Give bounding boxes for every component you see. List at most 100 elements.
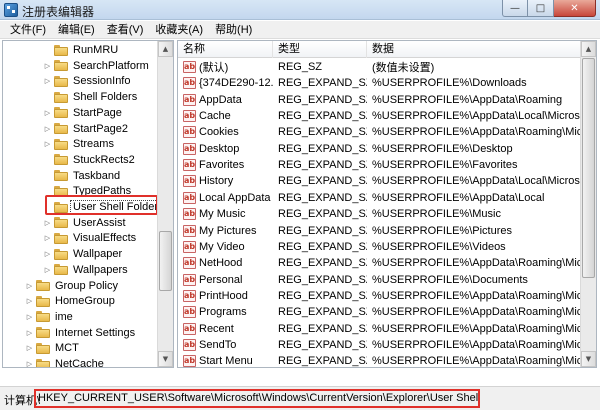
expand-arrow-icon[interactable]: ▷ [43, 73, 52, 89]
string-value-icon: ab [183, 338, 196, 351]
value-row[interactable]: ab (默认) REG_SZ (数值未设置) [178, 59, 581, 75]
registry-tree[interactable]: RunMRU ▷ SearchPlatform ▷ SessionInfo Shell F… [2, 40, 174, 368]
values-scroll-down-arrow-icon[interactable]: ▼ [581, 351, 596, 367]
expand-arrow-icon[interactable]: ▷ [25, 340, 34, 356]
tree-scrollbar[interactable]: ▲ ▼ [157, 41, 173, 367]
expand-arrow-icon[interactable]: ▷ [43, 215, 52, 231]
folder-icon [54, 154, 68, 166]
value-row[interactable]: ab Local AppData REG_EXPAND_SZ %USERPROFILE… [178, 190, 581, 206]
expand-arrow-icon[interactable]: ▷ [43, 105, 52, 121]
tree-item[interactable]: ▷ HomeGroup [25, 293, 115, 309]
value-name: My Pictures [199, 224, 257, 237]
value-row[interactable]: ab My Music REG_EXPAND_SZ %USERPROFILE%\Mus… [178, 206, 581, 222]
tree-item[interactable]: ▷ Internet Settings [25, 325, 135, 341]
value-row[interactable]: ab My Pictures REG_EXPAND_SZ %USERPROFILE%\… [178, 223, 581, 239]
expand-arrow-icon[interactable]: ▷ [43, 230, 52, 246]
expand-arrow-icon[interactable]: ▷ [25, 325, 34, 341]
scroll-up-arrow-icon[interactable]: ▲ [158, 41, 173, 57]
values-list[interactable]: 名称 类型 数据 ab (默认) REG_SZ (数值未设置) ab {374DE290-… [177, 40, 597, 368]
expand-arrow-icon[interactable]: ▷ [25, 356, 34, 367]
value-row[interactable]: ab Start Menu REG_EXPAND_SZ %USERPROFILE%\A… [178, 353, 581, 367]
column-data[interactable]: 数据 [367, 41, 581, 58]
maximize-button[interactable]: □ [528, 0, 554, 17]
menu-edit[interactable]: 编辑(E) [52, 22, 101, 38]
tree-item[interactable]: ▷ StartPage [43, 105, 122, 121]
window-title: 注册表编辑器 [22, 5, 95, 19]
values-scrollbar[interactable]: ▲ ▼ [580, 41, 596, 367]
value-row[interactable]: ab History REG_EXPAND_SZ %USERPROFILE%\AppD… [178, 173, 581, 189]
tree-item[interactable]: StuckRects2 [43, 152, 135, 168]
close-button[interactable]: ✕ [554, 0, 596, 17]
value-name-cell: ab History [178, 175, 273, 188]
tree-item[interactable]: ▷ MCT [25, 340, 79, 356]
menu-help[interactable]: 帮助(H) [209, 22, 258, 38]
value-type: REG_EXPAND_SZ [278, 240, 367, 253]
value-row[interactable]: ab Cache REG_EXPAND_SZ %USERPROFILE%\AppDat… [178, 108, 581, 124]
tree-item[interactable]: ▷ SessionInfo [43, 73, 131, 89]
tree-item[interactable]: Shell Folders [43, 89, 137, 105]
tree-item[interactable]: RunMRU [43, 42, 118, 58]
expand-arrow-icon[interactable]: ▷ [25, 293, 34, 309]
value-type: REG_EXPAND_SZ [278, 208, 367, 221]
tree-item[interactable]: ▷ Group Policy [25, 278, 118, 294]
value-type: REG_EXPAND_SZ [278, 273, 367, 286]
expand-arrow-icon [43, 89, 52, 105]
column-type[interactable]: 类型 [273, 41, 367, 58]
tree-item[interactable]: ▷ StartPage2 [43, 121, 128, 137]
value-row[interactable]: ab Recent REG_EXPAND_SZ %USERPROFILE%\AppDa… [178, 321, 581, 337]
value-row[interactable]: ab PrintHood REG_EXPAND_SZ %USERPROFILE%\Ap… [178, 288, 581, 304]
minimize-button[interactable]: — [502, 0, 528, 17]
tree-item[interactable]: ▷ ime [25, 309, 73, 325]
menu-file[interactable]: 文件(F) [4, 22, 52, 38]
value-row[interactable]: ab Cookies REG_EXPAND_SZ %USERPROFILE%\AppD… [178, 124, 581, 140]
tree-item[interactable]: ▷ UserAssist [43, 215, 126, 231]
expand-arrow-icon[interactable]: ▷ [43, 58, 52, 74]
tree-item-label: StartPage [73, 106, 122, 119]
menu-favorites[interactable]: 收藏夹(A) [149, 22, 209, 38]
expand-arrow-icon[interactable]: ▷ [25, 278, 34, 294]
value-name: NetHood [199, 257, 243, 270]
value-row[interactable]: ab SendTo REG_EXPAND_SZ %USERPROFILE%\AppDa… [178, 337, 581, 353]
value-type: REG_EXPAND_SZ [278, 224, 367, 237]
value-type: REG_EXPAND_SZ [278, 322, 367, 335]
value-row[interactable]: ab Desktop REG_EXPAND_SZ %USERPROFILE%\Desk… [178, 141, 581, 157]
tree-item-label: HomeGroup [55, 295, 115, 308]
value-name-cell: ab AppData [178, 93, 273, 106]
value-row[interactable]: ab My Video REG_EXPAND_SZ %USERPROFILE%\Vid… [178, 239, 581, 255]
value-name: Personal [199, 273, 243, 286]
value-row[interactable]: ab NetHood REG_EXPAND_SZ %USERPROFILE%\AppD… [178, 255, 581, 271]
value-name-cell: ab PrintHood [178, 289, 273, 302]
value-row[interactable]: ab Programs REG_EXPAND_SZ %USERPROFILE%\App… [178, 304, 581, 320]
tree-item[interactable]: ▷ VisualEffects [43, 230, 136, 246]
expand-arrow-icon[interactable]: ▷ [43, 136, 52, 152]
value-row[interactable]: ab AppData REG_EXPAND_SZ %USERPROFILE%\AppD… [178, 92, 581, 108]
string-value-icon: ab [183, 77, 196, 90]
tree-item[interactable]: Taskband [43, 168, 120, 184]
value-name-cell: ab Cookies [178, 126, 273, 139]
tree-item[interactable]: ▷ Streams [43, 136, 114, 152]
tree-item-label: Taskband [73, 169, 121, 182]
value-row[interactable]: ab {374DE290-12... REG_EXPAND_SZ %USERPROFI… [178, 75, 581, 91]
expand-arrow-icon[interactable]: ▷ [43, 262, 52, 278]
menu-view[interactable]: 查看(V) [101, 22, 150, 38]
scroll-down-arrow-icon[interactable]: ▼ [158, 351, 173, 367]
value-type: REG_EXPAND_SZ [278, 159, 367, 172]
string-value-icon: ab [183, 257, 196, 270]
values-scroll-up-arrow-icon[interactable]: ▲ [581, 41, 596, 57]
values-scroll-thumb[interactable] [582, 58, 595, 278]
expand-arrow-icon[interactable]: ▷ [43, 246, 52, 262]
tree-item[interactable]: ▷ SearchPlatform [43, 58, 149, 74]
expand-arrow-icon[interactable]: ▷ [43, 121, 52, 137]
value-name-cell: ab Start Menu [178, 355, 273, 367]
column-name[interactable]: 名称 [178, 41, 273, 58]
value-row[interactable]: ab Favorites REG_EXPAND_SZ %USERPROFILE%\Fa… [178, 157, 581, 173]
value-row[interactable]: ab Personal REG_EXPAND_SZ %USERPROFILE%\Doc… [178, 272, 581, 288]
menu-bar: 文件(F) 编辑(E) 查看(V) 收藏夹(A) 帮助(H) [0, 21, 600, 39]
tree-item-label: UserAssist [73, 216, 126, 229]
tree-item[interactable]: ▷ Wallpaper [43, 246, 122, 262]
tree-item[interactable]: ▷ NetCache [25, 356, 104, 367]
tree-item[interactable]: ▷ Wallpapers [43, 262, 128, 278]
expand-arrow-icon[interactable]: ▷ [25, 309, 34, 325]
tree-scroll-thumb[interactable] [159, 231, 172, 291]
value-name: My Music [199, 208, 246, 221]
